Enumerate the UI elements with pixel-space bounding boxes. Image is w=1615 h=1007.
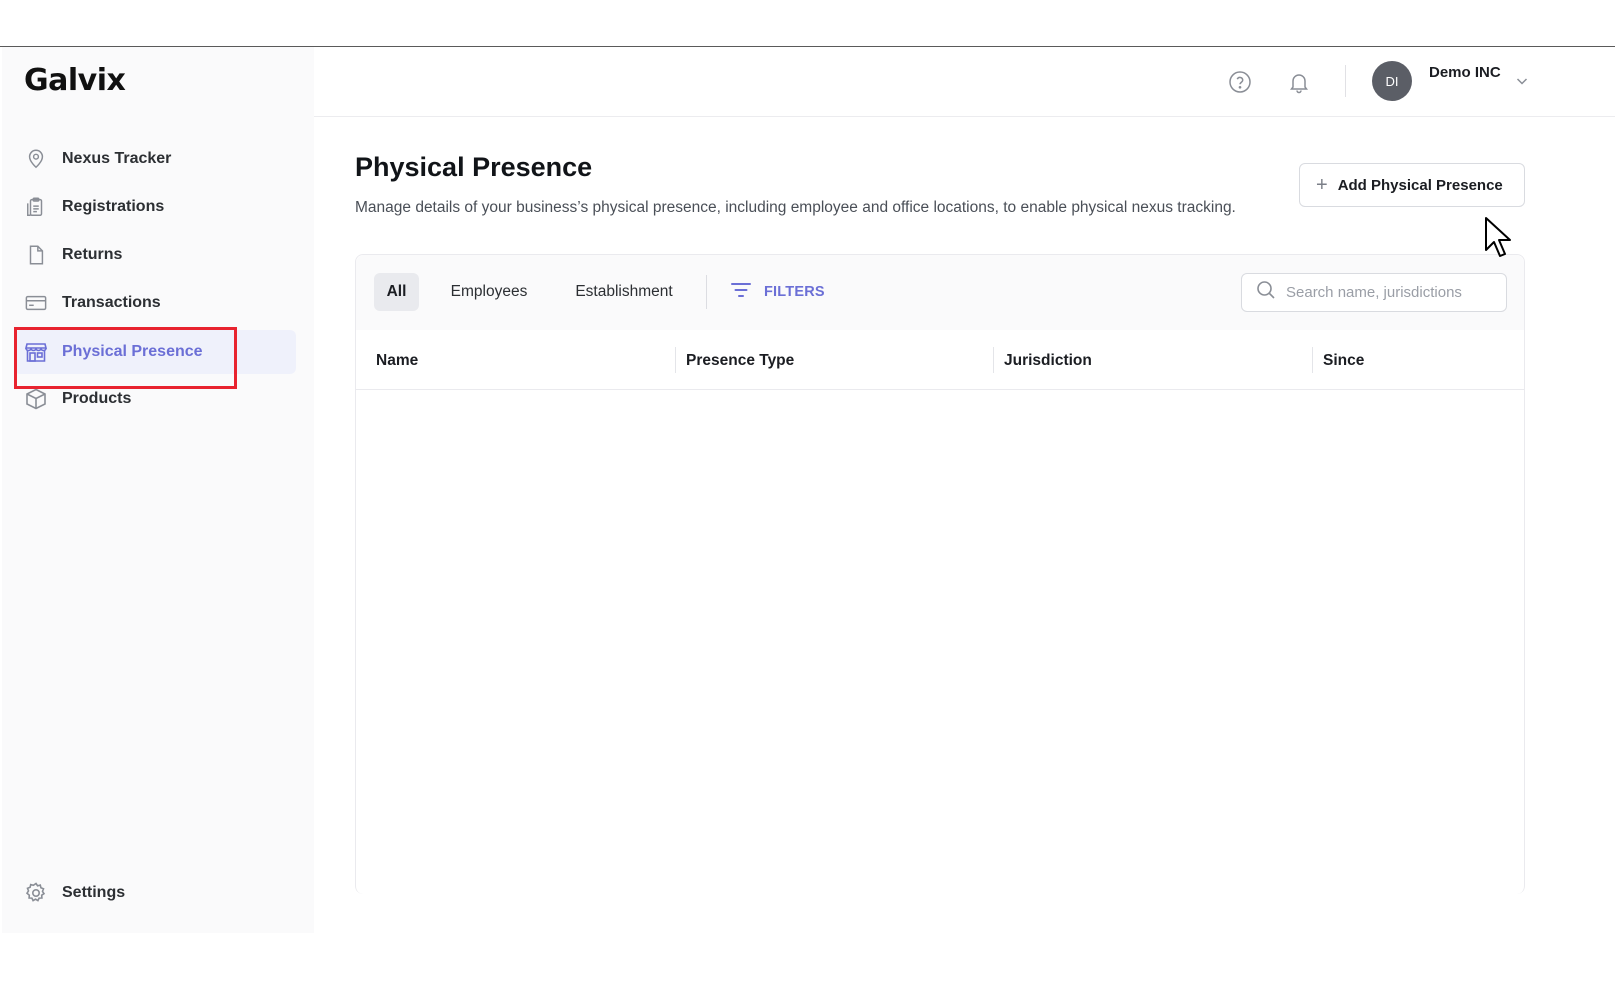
box-icon [24,387,48,411]
sidebar-item-label: Nexus Tracker [62,150,172,167]
help-icon[interactable] [1227,69,1253,95]
tab-establishment[interactable]: Establishment [556,273,692,311]
sidebar-item-products[interactable]: Products [14,377,296,421]
column-separator [993,347,994,373]
table-toolbar: All Employees Establishment FILTERS [356,255,1524,330]
sidebar-item-label: Products [62,390,132,407]
sidebar-item-returns[interactable]: Returns [14,233,296,277]
gear-icon [24,881,48,905]
bell-icon[interactable] [1286,69,1312,95]
toolbar-divider [706,275,707,309]
add-button-label: Add Physical Presence [1337,176,1503,194]
sidebar-item-physical-presence[interactable]: Physical Presence [14,330,296,374]
org-name[interactable]: Demo INC [1429,64,1501,81]
sidebar-item-label: Transactions [62,294,161,311]
sidebar-item-settings[interactable]: Settings [14,871,296,915]
sidebar-item-label: Physical Presence [62,343,203,360]
sidebar-item-registrations[interactable]: Registrations [14,185,296,229]
page-title: Physical Presence [355,152,593,182]
search-box[interactable] [1241,273,1507,312]
presence-table-panel: All Employees Establishment FILTERS Name… [355,254,1525,894]
sidebar-item-label: Settings [62,884,126,901]
tab-all[interactable]: All [374,273,419,311]
tab-employees[interactable]: Employees [436,273,542,311]
credit-card-icon [24,291,48,315]
mouse-cursor-icon [1485,217,1511,257]
column-header-jurisdiction[interactable]: Jurisdiction [1004,331,1092,390]
avatar[interactable]: DI [1372,61,1412,101]
top-header: DI Demo INC [314,47,1615,117]
sidebar-item-label: Returns [62,246,123,263]
column-header-presence-type[interactable]: Presence Type [686,331,794,390]
sidebar-item-transactions[interactable]: Transactions [14,281,296,325]
header-divider [1345,65,1346,97]
filters-label: FILTERS [764,284,825,300]
filter-icon [730,281,752,303]
table-header: Name Presence Type Jurisdiction Since [356,331,1524,390]
search-icon [1256,280,1276,305]
page-description: Manage details of your business’s physic… [355,199,1236,216]
filters-button[interactable]: FILTERS [730,281,825,303]
add-physical-presence-button[interactable]: + Add Physical Presence [1299,163,1525,207]
plus-icon: + [1316,174,1328,196]
clipboard-icon [24,195,48,219]
sidebar-item-label: Registrations [62,198,165,215]
column-header-name[interactable]: Name [376,331,418,390]
document-icon [24,243,48,267]
location-pin-icon [24,147,48,171]
column-separator [1312,347,1313,373]
storefront-icon [24,340,48,364]
search-input[interactable] [1286,284,1496,301]
sidebar: Galvix Nexus Tracker Registrations Retur… [2,47,314,933]
sidebar-item-nexus-tracker[interactable]: Nexus Tracker [14,137,296,181]
column-header-since[interactable]: Since [1323,331,1364,390]
column-separator [675,347,676,373]
chevron-down-icon[interactable] [1514,73,1530,89]
app-logo[interactable]: Galvix [24,63,126,98]
